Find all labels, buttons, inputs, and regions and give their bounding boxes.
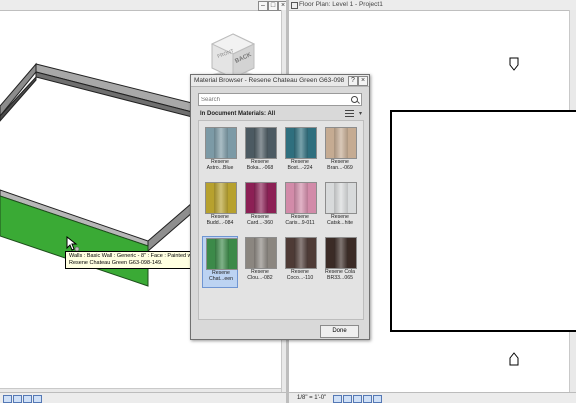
material-swatch[interactable]: Resene Chat...een xyxy=(202,236,238,288)
material-preview xyxy=(206,238,238,270)
visual-style-icon[interactable] xyxy=(23,395,32,403)
material-swatch[interactable]: Resene Card...-360 xyxy=(242,181,278,233)
view-options-dropdown[interactable]: ▾ xyxy=(359,109,362,119)
material-label: Resene Cola BR33...065 xyxy=(325,269,355,281)
view-scale-label[interactable]: 1/8" = 1'-0" xyxy=(297,393,326,403)
shadows-icon[interactable] xyxy=(363,395,372,403)
crop-view-icon[interactable] xyxy=(373,395,382,403)
material-preview xyxy=(245,182,277,214)
floor-plan-title: Floor Plan: Level 1 - Project1 xyxy=(299,1,383,8)
material-label: Resene Bran...-069 xyxy=(327,159,353,171)
material-preview xyxy=(245,237,277,269)
back-wall-left[interactable] xyxy=(0,62,37,117)
search-input[interactable] xyxy=(201,94,346,105)
material-swatch[interactable]: Resene Boka...-068 xyxy=(242,126,278,178)
search-field[interactable] xyxy=(198,93,362,106)
material-swatch[interactable]: Resene Coco...-110 xyxy=(282,236,318,288)
material-swatch[interactable]: Resene Catsk...hite xyxy=(322,181,358,233)
section-label: In Document Materials: All xyxy=(200,111,276,117)
list-view-icon[interactable] xyxy=(345,110,354,117)
material-label: Resene Chat...een xyxy=(209,270,233,282)
floor-plan-control-bar: 1/8" = 1'-0" xyxy=(289,392,576,403)
material-label: Resene Catsk...hite xyxy=(327,214,353,226)
material-label: Resene Bost...-224 xyxy=(287,159,313,171)
elevation-marker-north-icon[interactable] xyxy=(509,57,519,71)
material-preview xyxy=(285,127,317,159)
dialog-close-button[interactable]: × xyxy=(358,76,368,86)
floor-plan-walls[interactable] xyxy=(390,110,576,332)
detail-level-icon[interactable] xyxy=(333,395,342,403)
material-swatch[interactable]: Resene Bran...-069 xyxy=(322,126,358,178)
material-swatch[interactable]: Resene Budd...-084 xyxy=(202,181,238,233)
back-wall-top[interactable] xyxy=(35,63,201,115)
material-swatch[interactable]: Resene Clou...-082 xyxy=(242,236,278,288)
3d-view-control-bar xyxy=(0,392,286,403)
search-icon[interactable] xyxy=(351,96,358,103)
material-swatch[interactable]: Resene Cola BR33...065 xyxy=(322,236,358,288)
material-browser-dialog: Material Browser - Resene Chateau Green … xyxy=(190,74,370,340)
sun-path-icon[interactable] xyxy=(353,395,362,403)
material-preview xyxy=(245,127,277,159)
material-preview xyxy=(325,182,357,214)
done-button[interactable]: Done xyxy=(320,325,359,338)
material-label: Resene Card...-360 xyxy=(247,214,273,226)
material-swatch[interactable]: Resene Bost...-224 xyxy=(282,126,318,178)
material-label: Resene Caris...9-011 xyxy=(285,214,315,226)
material-preview xyxy=(285,237,317,269)
help-button[interactable]: ? xyxy=(348,76,358,86)
material-preview xyxy=(325,237,357,269)
material-preview xyxy=(205,182,237,214)
material-label: Resene Budd...-084 xyxy=(206,214,234,226)
floor-plan-icon xyxy=(291,2,298,9)
mouse-pointer-icon xyxy=(66,236,80,252)
visual-style-icon[interactable] xyxy=(343,395,352,403)
dialog-title: Material Browser - Resene Chateau Green … xyxy=(194,77,344,84)
material-label: Resene Astro...Blue xyxy=(206,159,234,171)
elevation-marker-south-icon[interactable] xyxy=(509,352,519,366)
dialog-titlebar[interactable]: Material Browser - Resene Chateau Green … xyxy=(191,75,369,87)
material-label: Resene Clou...-082 xyxy=(247,269,273,281)
material-label: Resene Coco...-110 xyxy=(286,269,314,281)
detail-level-icon[interactable] xyxy=(13,395,22,403)
material-grid: Resene Astro...Blue Resene Boka...-068 Res… xyxy=(198,120,364,320)
back-wall-face[interactable] xyxy=(35,71,201,120)
material-label: Resene Boka...-068 xyxy=(246,159,274,171)
material-preview xyxy=(325,127,357,159)
material-preview xyxy=(285,182,317,214)
library-section-header: In Document Materials: All ▾ xyxy=(198,109,362,119)
floor-plan-titlebar: Floor Plan: Level 1 - Project1 xyxy=(289,0,576,11)
view-scale-icon[interactable] xyxy=(3,395,12,403)
material-swatch[interactable]: Resene Caris...9-011 xyxy=(282,181,318,233)
sun-path-icon[interactable] xyxy=(33,395,42,403)
material-preview xyxy=(205,127,237,159)
material-swatch[interactable]: Resene Astro...Blue xyxy=(202,126,238,178)
